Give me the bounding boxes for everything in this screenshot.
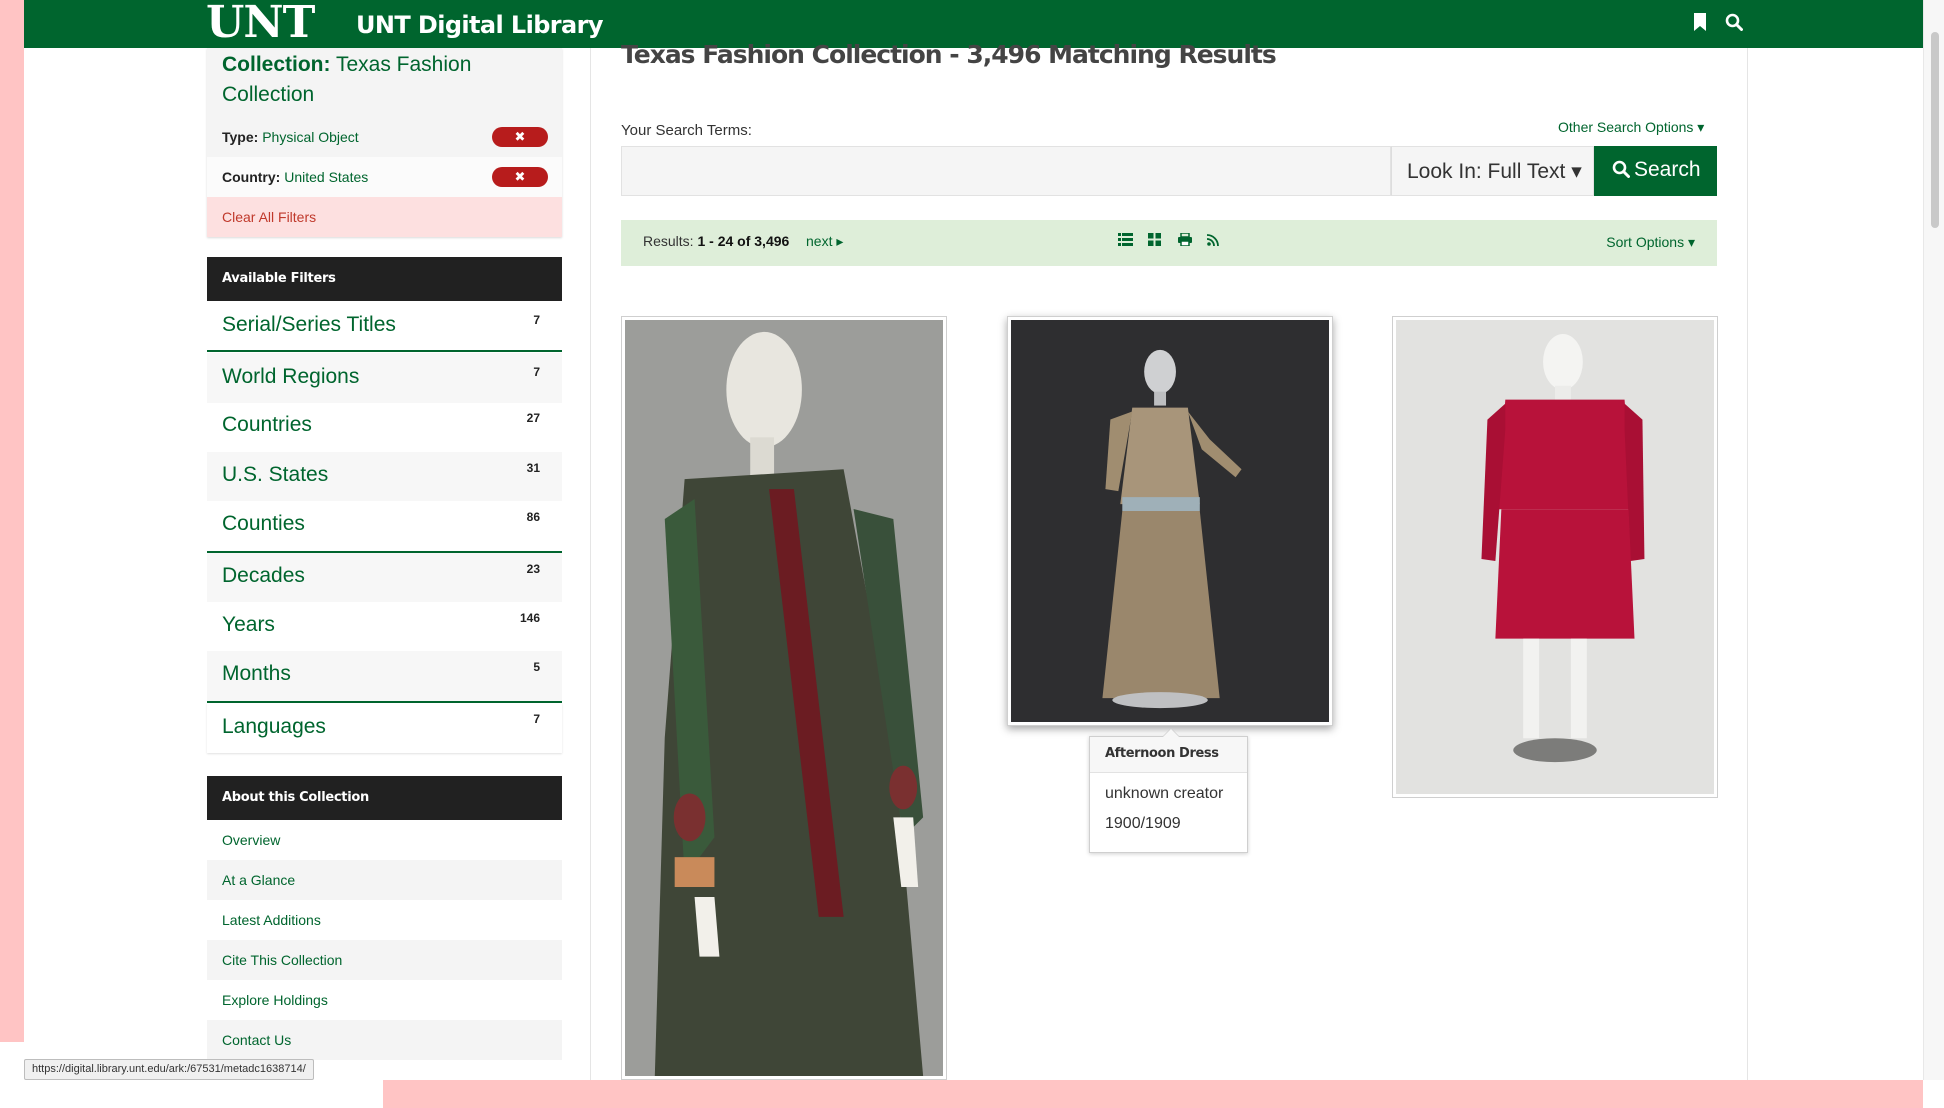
facet-years[interactable]: Years 146 bbox=[207, 602, 562, 651]
page-edge-bottom bbox=[383, 1080, 1923, 1108]
facet-counties[interactable]: Counties 86 bbox=[207, 501, 562, 553]
filter-value: Physical Object bbox=[262, 129, 359, 145]
filter-label: Country: bbox=[222, 169, 281, 185]
result-thumbnail-red-suit[interactable] bbox=[1392, 316, 1718, 798]
result-image-red-suit[interactable] bbox=[1396, 320, 1714, 794]
facet-count: 31 bbox=[526, 461, 540, 475]
facet-count: 7 bbox=[533, 313, 540, 327]
link-label[interactable]: Cite This Collection bbox=[222, 952, 342, 968]
facet-world-regions[interactable]: World Regions 7 bbox=[207, 353, 562, 403]
result-thumbnail-afternoon-dress[interactable] bbox=[1007, 316, 1333, 726]
scrollbar[interactable] bbox=[1923, 0, 1944, 1080]
unt-logo[interactable]: UNT bbox=[206, 0, 315, 48]
results-range: 1 - 24 of 3,496 bbox=[697, 233, 790, 249]
remove-filter-type-button[interactable]: ✖ bbox=[492, 127, 548, 147]
results-toolbar: Results: 1 - 24 of 3,496 next ▸ Sort Opt… bbox=[621, 220, 1717, 266]
about-collection-heading: About this Collection bbox=[207, 776, 562, 820]
result-tooltip: Afternoon Dress unknown creator 1900/190… bbox=[1089, 728, 1248, 853]
clear-all-filters-link[interactable]: Clear All Filters bbox=[222, 209, 316, 225]
facet-countries[interactable]: Countries 27 bbox=[207, 403, 562, 452]
facet-label[interactable]: Years bbox=[222, 613, 275, 637]
list-view-icon[interactable] bbox=[1118, 233, 1133, 250]
facet-count: 86 bbox=[526, 510, 540, 524]
site-title[interactable]: UNT Digital Library bbox=[356, 11, 604, 39]
facet-count: 23 bbox=[526, 562, 540, 576]
facet-months[interactable]: Months 5 bbox=[207, 651, 562, 703]
facet-label[interactable]: Countries bbox=[222, 413, 312, 437]
facet-count: 146 bbox=[519, 611, 540, 625]
grid-view-icon[interactable] bbox=[1148, 233, 1161, 250]
about-link-at-a-glance[interactable]: At a Glance bbox=[207, 860, 562, 900]
result-image-afternoon-dress[interactable] bbox=[1011, 320, 1329, 722]
about-link-cite[interactable]: Cite This Collection bbox=[207, 940, 562, 980]
facet-label[interactable]: Serial/Series Titles bbox=[222, 313, 396, 337]
remove-filter-country-button[interactable]: ✖ bbox=[492, 167, 548, 187]
search-icon[interactable] bbox=[1725, 13, 1743, 35]
collection-filter-card: Collection: Texas Fashion Collection Typ… bbox=[207, 48, 562, 237]
page-title: Texas Fashion Collection - 3,496 Matchin… bbox=[621, 40, 1277, 69]
search-button[interactable]: Search bbox=[1594, 146, 1717, 196]
facet-label[interactable]: U.S. States bbox=[222, 463, 328, 487]
link-label[interactable]: At a Glance bbox=[222, 872, 295, 888]
link-label[interactable]: Explore Holdings bbox=[222, 992, 328, 1008]
link-label[interactable]: Contact Us bbox=[222, 1032, 291, 1048]
result-thumbnail-green-dress[interactable] bbox=[621, 316, 947, 1080]
status-bar-url: https://digital.library.unt.edu/ark:/675… bbox=[24, 1059, 314, 1080]
search-input[interactable] bbox=[621, 146, 1391, 196]
search-icon bbox=[1612, 160, 1630, 178]
active-filter-type: Type: Physical Object ✖ bbox=[207, 117, 562, 157]
facet-count: 5 bbox=[533, 660, 540, 674]
about-link-contact-us[interactable]: Contact Us bbox=[207, 1020, 562, 1060]
facet-label[interactable]: World Regions bbox=[222, 365, 359, 389]
about-link-latest-additions[interactable]: Latest Additions bbox=[207, 900, 562, 940]
facet-label[interactable]: Months bbox=[222, 662, 291, 686]
sort-options-dropdown[interactable]: Sort Options ▾ bbox=[1606, 234, 1695, 251]
facet-languages[interactable]: Languages 7 bbox=[207, 703, 562, 753]
facet-serial-series-titles[interactable]: Serial/Series Titles 7 bbox=[207, 301, 562, 352]
link-label[interactable]: Latest Additions bbox=[222, 912, 321, 928]
results-count: Results: 1 - 24 of 3,496 bbox=[643, 233, 789, 249]
facet-label[interactable]: Languages bbox=[222, 715, 326, 739]
rss-feed-icon[interactable] bbox=[1206, 233, 1219, 250]
facet-label[interactable]: Decades bbox=[222, 564, 305, 588]
collection-title[interactable]: Collection: Texas Fashion Collection bbox=[222, 50, 472, 110]
link-label[interactable]: Overview bbox=[222, 832, 280, 848]
page-edge-left bbox=[0, 0, 24, 1042]
other-search-options-dropdown[interactable]: Other Search Options ▾ bbox=[1558, 119, 1704, 136]
results-prefix: Results: bbox=[643, 233, 694, 249]
bookmark-icon[interactable] bbox=[1693, 13, 1707, 35]
available-filters-heading: Available Filters bbox=[207, 257, 562, 301]
facet-count: 27 bbox=[526, 411, 540, 425]
collection-label: Collection: bbox=[222, 53, 331, 76]
result-image-green-dress[interactable] bbox=[625, 320, 943, 1076]
look-in-dropdown[interactable]: Look In: Full Text ▾ bbox=[1391, 146, 1594, 196]
facet-decades[interactable]: Decades 23 bbox=[207, 553, 562, 602]
facet-count: 7 bbox=[533, 365, 540, 379]
clear-all-filters[interactable]: Clear All Filters bbox=[207, 197, 562, 237]
about-link-overview[interactable]: Overview bbox=[207, 820, 562, 860]
tooltip-date: 1900/1909 bbox=[1105, 815, 1181, 832]
about-link-explore-holdings[interactable]: Explore Holdings bbox=[207, 980, 562, 1020]
active-filter-country: Country: United States ✖ bbox=[207, 157, 562, 197]
tooltip-creator: unknown creator bbox=[1105, 785, 1224, 802]
facet-count: 7 bbox=[533, 712, 540, 726]
print-icon[interactable] bbox=[1178, 232, 1192, 250]
next-page-link[interactable]: next ▸ bbox=[806, 233, 843, 250]
search-button-label[interactable]: Search bbox=[1634, 158, 1701, 181]
tooltip-title: Afternoon Dress bbox=[1090, 737, 1247, 773]
scrollbar-thumb[interactable] bbox=[1931, 32, 1939, 228]
filter-label: Type: bbox=[222, 129, 259, 145]
facet-us-states[interactable]: U.S. States 31 bbox=[207, 452, 562, 501]
facet-label[interactable]: Counties bbox=[222, 512, 305, 536]
filter-value: United States bbox=[284, 169, 369, 185]
search-terms-label: Your Search Terms: bbox=[621, 122, 752, 139]
